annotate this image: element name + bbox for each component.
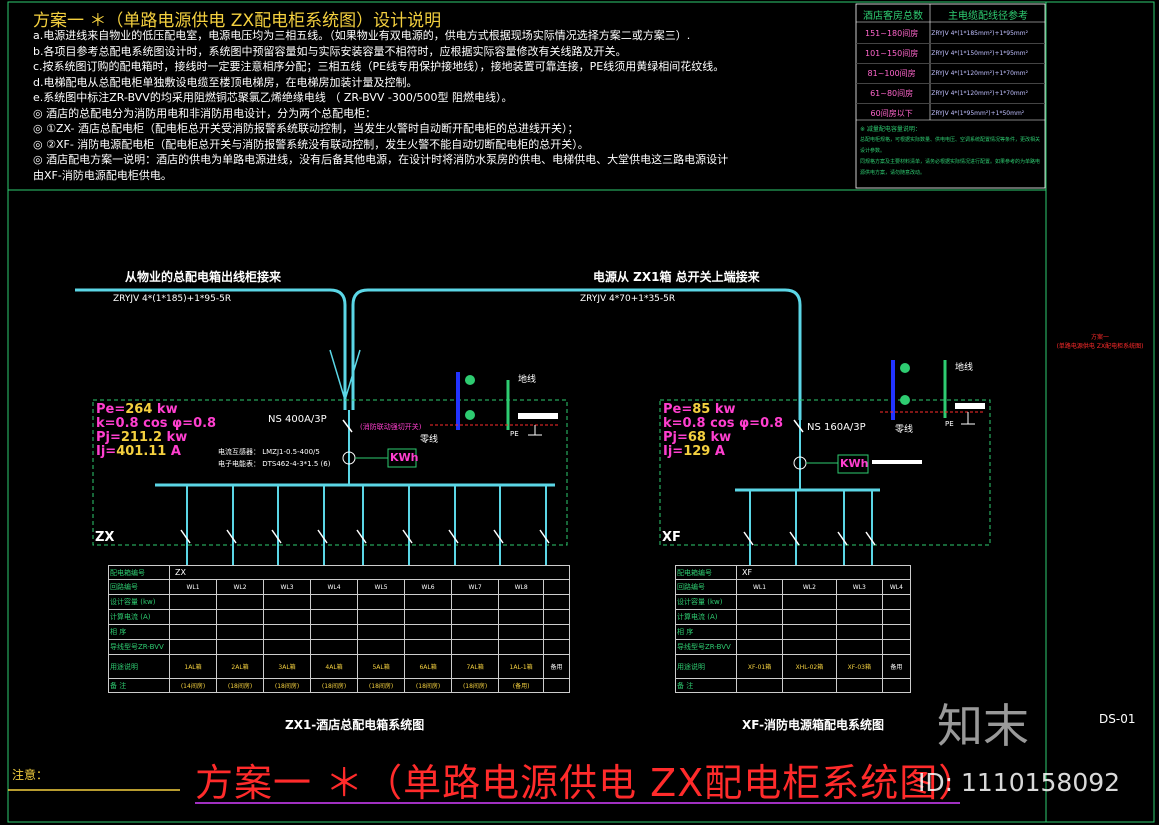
- xf-kwh-meter: KWh: [840, 457, 869, 470]
- zx-caption: ZX1-酒店总配电箱系统图: [285, 718, 425, 732]
- attention-label: 注意：: [12, 768, 49, 782]
- xf-caption: XF-消防电源箱配电系统图: [742, 718, 885, 732]
- zx-row-label: 相 序: [108, 624, 170, 640]
- xf-load-block: Pe=85 kw k=0.8 cos φ=0.8 Pj=68 kw Ij=129…: [663, 403, 783, 459]
- zx-use: 7AL箱: [451, 654, 500, 679]
- xf-earth-label: 地线: [955, 363, 974, 373]
- xf-ij-label: Ij=: [663, 444, 684, 459]
- zx-circuit: WL8: [498, 579, 545, 595]
- zx-row-label: 用途说明: [108, 654, 170, 679]
- zx-circuit: WL1: [168, 579, 218, 595]
- xf-breaker: NS 160A/3P: [807, 422, 866, 433]
- zx-circuit: WL3: [263, 579, 312, 595]
- xf-ij-value: 129: [683, 444, 711, 459]
- xf-pj-label: Pj=: [663, 430, 688, 445]
- watermark-logo: 知末: [937, 699, 1029, 753]
- zx-circuit: WL2: [216, 579, 265, 595]
- side-note: 方案一 (单路电源供电 ZX配电柜系统图): [1056, 334, 1144, 350]
- zx-use: 1AL箱: [168, 654, 218, 679]
- xf-circuit: WL3: [835, 579, 883, 595]
- xf-row-label: 用途说明: [675, 654, 737, 679]
- xf-row-label: 设计容量 (kw): [675, 594, 737, 610]
- xf-row-label: 相 序: [675, 624, 737, 640]
- xf-box-code: XF: [736, 565, 911, 580]
- zx-row-label: 导线型号ZR-BVV: [108, 639, 170, 655]
- xf-schedule-table: 配电箱编号 XF 回路编号 WL1 WL2 WL3 WL4 设计容量 (kw) 计算电流…: [675, 565, 912, 693]
- xf-use: 备用: [881, 654, 912, 679]
- xf-pe-value: 85: [692, 402, 711, 417]
- big-title: 方案一 ＊（单路电源供电 ZX配电柜系统图）: [195, 761, 978, 805]
- zx-remark: (18间房): [310, 678, 359, 693]
- xf-row-label: 导线型号ZR-BVV: [675, 639, 737, 655]
- xf-use: XF-01箱: [735, 654, 784, 679]
- zx-use: 2AL箱: [216, 654, 265, 679]
- zx-circuit: WL6: [404, 579, 453, 595]
- zx-use: 1AL-1箱: [498, 654, 545, 679]
- zx-remark: (18间房): [357, 678, 406, 693]
- zx-remark: (14间房): [168, 678, 218, 693]
- xf-zero-label: 零线: [895, 425, 914, 435]
- zx-circuit: WL5: [357, 579, 406, 595]
- zx-use: 5AL箱: [357, 654, 406, 679]
- zx-remark: (18间房): [216, 678, 265, 693]
- zx-row-label: 回路编号: [108, 579, 170, 595]
- xf-use: XHL-02箱: [782, 654, 837, 679]
- xf-cos: cos φ=0.8: [710, 416, 784, 431]
- xf-row-label: 备 注: [675, 678, 737, 693]
- zx-remark: (18间房): [263, 678, 312, 693]
- zx-row-label: 设计容量 (kw): [108, 594, 170, 610]
- zx-row-label: 备 注: [108, 678, 170, 693]
- sheet-code: DS-01: [1099, 712, 1136, 726]
- zx-use: 3AL箱: [263, 654, 312, 679]
- zx-row-label: 计算电流 (A): [108, 609, 170, 625]
- zx-schedule-table: 配电箱编号 ZX 回路编号 WL1 WL2 WL3 WL4 WL5 WL6 WL7 WL8 设计…: [108, 565, 570, 693]
- id-label: ID: 1110158092: [918, 768, 1121, 797]
- xf-row-label: 计算电流 (A): [675, 609, 737, 625]
- zx-remark: (18间房): [451, 678, 500, 693]
- xf-pj-unit: kw: [710, 430, 732, 445]
- xf-k: k=0.8: [663, 416, 706, 431]
- xf-circuit: WL2: [782, 579, 837, 595]
- xf-pe-terminal: PE: [945, 420, 954, 428]
- xf-row-label: 配电箱编号: [675, 565, 737, 580]
- zx-remark: (18间房): [404, 678, 453, 693]
- zx-remark: (备用): [498, 678, 545, 693]
- zx-box-code: ZX: [169, 565, 570, 580]
- xf-use: XF-03箱: [835, 654, 883, 679]
- zx-use: 4AL箱: [310, 654, 359, 679]
- xf-row-label: 回路编号: [675, 579, 737, 595]
- xf-pe-label: Pe=: [663, 402, 693, 417]
- zx-circuit: WL4: [310, 579, 359, 595]
- zx-row-label: 配电箱编号: [108, 565, 170, 580]
- xf-pe-unit: kw: [714, 402, 736, 417]
- xf-panel-code: XF: [662, 530, 681, 545]
- xf-circuit: WL4: [881, 579, 912, 595]
- zx-spare: 备用: [543, 654, 570, 679]
- xf-circuit: WL1: [735, 579, 784, 595]
- zx-circuit: WL7: [451, 579, 500, 595]
- xf-ij-unit: A: [714, 444, 725, 459]
- zx-use: 6AL箱: [404, 654, 453, 679]
- xf-pj-value: 68: [687, 430, 706, 445]
